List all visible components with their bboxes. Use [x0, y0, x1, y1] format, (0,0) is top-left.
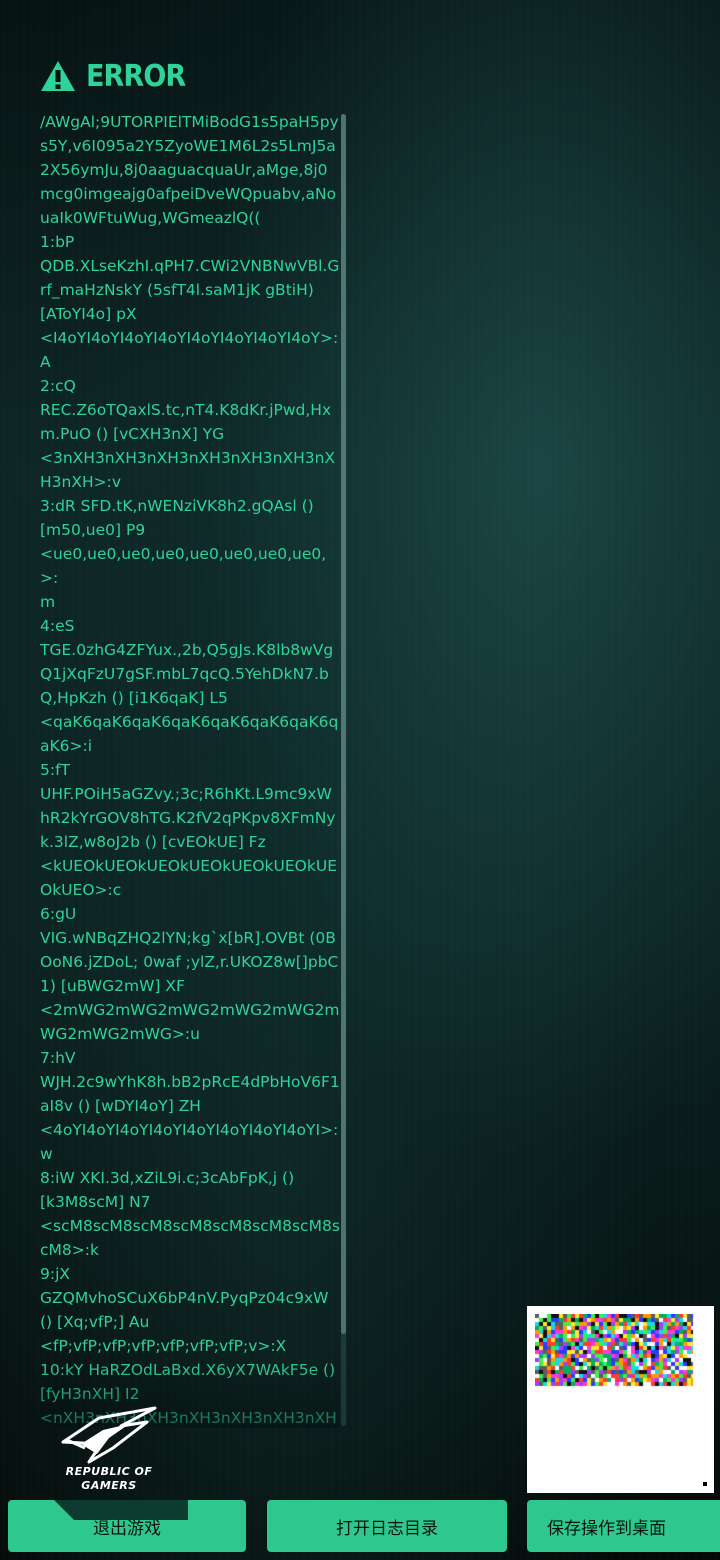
- exit-game-button[interactable]: 退出游戏: [8, 1500, 246, 1552]
- exit-game-label: 退出游戏: [93, 1518, 161, 1539]
- open-log-directory-label: 打开日志目录: [336, 1518, 438, 1539]
- rog-eye-icon: [61, 1406, 157, 1464]
- rog-logo: REPUBLIC OF GAMERS: [58, 1404, 160, 1492]
- save-to-desktop-label: 保存操作到桌面: [547, 1518, 666, 1539]
- log-scrollbar[interactable]: [341, 114, 346, 1426]
- error-log-text: /AWgAl;9UTORPIElTMiBodG1s5paH5pys5Y,v6I0…: [40, 113, 340, 1427]
- qr-code-panel: [527, 1306, 714, 1493]
- error-header: ERROR: [40, 58, 196, 94]
- error-title: ERROR: [86, 58, 186, 94]
- error-log-panel[interactable]: /AWgAl;9UTORPIElTMiBodG1s5paH5pys5Y,v6I0…: [40, 110, 340, 1428]
- log-scrollbar-thumb[interactable]: [341, 114, 346, 1334]
- save-to-desktop-button[interactable]: 保存操作到桌面: [527, 1500, 720, 1552]
- qr-code-icon: [535, 1314, 705, 1394]
- logo-line-1: REPUBLIC OF: [65, 1465, 153, 1478]
- qr-marker: [703, 1482, 707, 1486]
- warning-icon: [41, 61, 75, 91]
- open-log-directory-button[interactable]: 打开日志目录: [267, 1500, 507, 1552]
- logo-line-2: GAMERS: [81, 1479, 137, 1492]
